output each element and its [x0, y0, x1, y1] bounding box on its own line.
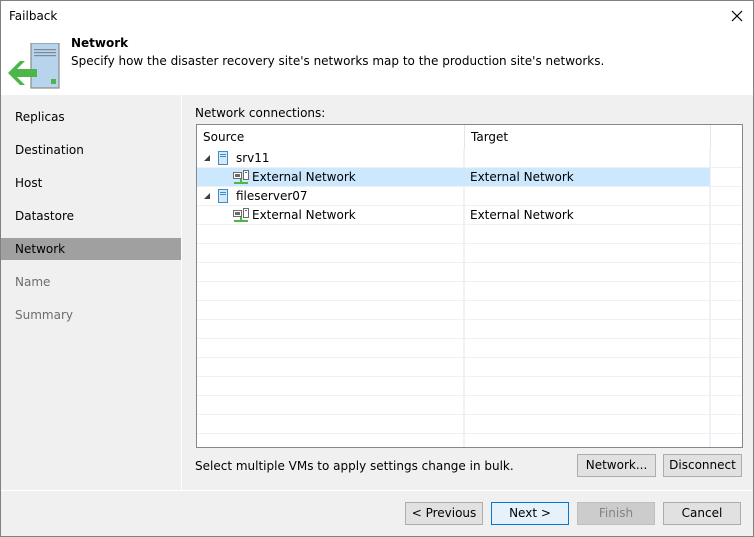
wizard-body: Replicas Destination Host Datastore Netw… — [1, 95, 753, 536]
sidebar-item-datastore[interactable]: Datastore — [1, 205, 181, 227]
title-bar: Failback — [1, 1, 753, 31]
column-header-target[interactable]: Target — [465, 125, 710, 149]
network-mapping-grid[interactable]: Source Target srv11 External Network Ext… — [196, 124, 743, 448]
wizard-header: Network Specify how the disaster recover… — [1, 31, 753, 95]
empty-row — [197, 358, 742, 377]
step-description: Specify how the disaster recovery site's… — [71, 54, 605, 68]
empty-row — [197, 282, 742, 301]
table-row-network[interactable]: External Network External Network — [197, 168, 742, 187]
vm-icon — [218, 189, 228, 203]
window-title: Failback — [9, 9, 58, 23]
table-row-vm[interactable]: srv11 — [197, 149, 742, 168]
network-step-content: Network connections: Source Target srv11 — [182, 95, 753, 490]
header-divider — [710, 125, 711, 149]
grid-header: Source Target — [197, 125, 742, 149]
empty-row — [197, 263, 742, 282]
close-button[interactable] — [723, 3, 751, 29]
source-cell: External Network — [233, 206, 356, 224]
network-icon — [233, 208, 249, 222]
failback-wizard-window: Failback Network Specify how the disaste… — [0, 0, 754, 537]
next-button[interactable]: Next > — [491, 502, 569, 525]
source-network-name: External Network — [252, 170, 356, 184]
vm-icon — [218, 151, 228, 165]
sidebar-item-destination[interactable]: Destination — [1, 139, 181, 161]
collapse-triangle-icon[interactable] — [204, 193, 210, 199]
vm-name: srv11 — [236, 151, 270, 165]
table-row-vm[interactable]: fileserver07 — [197, 187, 742, 206]
target-network-name: External Network — [470, 208, 574, 222]
finish-button: Finish — [577, 502, 655, 525]
table-row-network[interactable]: External Network External Network — [197, 206, 742, 225]
network-connections-label: Network connections: — [195, 106, 326, 120]
step-title: Network — [71, 36, 129, 50]
target-network-name: External Network — [470, 170, 574, 184]
empty-row — [197, 301, 742, 320]
wizard-steps-sidebar: Replicas Destination Host Datastore Netw… — [1, 95, 181, 490]
sidebar-item-name: Name — [15, 275, 51, 289]
empty-row — [197, 225, 742, 244]
empty-row — [197, 320, 742, 339]
source-cell: srv11 — [204, 149, 270, 167]
sidebar-item-host[interactable]: Host — [1, 172, 181, 194]
source-cell: fileserver07 — [204, 187, 308, 205]
empty-row — [197, 396, 742, 415]
empty-row — [197, 244, 742, 263]
footer-divider — [1, 490, 753, 491]
empty-row — [197, 339, 742, 358]
network-icon — [233, 170, 249, 184]
target-cell: External Network — [470, 168, 574, 186]
column-header-source[interactable]: Source — [197, 125, 464, 149]
sidebar-item-network[interactable]: Network — [1, 238, 181, 260]
empty-row — [197, 415, 742, 434]
collapse-triangle-icon[interactable] — [204, 155, 210, 161]
disconnect-button[interactable]: Disconnect — [663, 454, 742, 477]
bulk-hint-text: Select multiple VMs to apply settings ch… — [195, 459, 514, 473]
cancel-button[interactable]: Cancel — [663, 502, 741, 525]
sidebar-item-summary: Summary — [15, 308, 73, 322]
network-button[interactable]: Network... — [577, 454, 656, 477]
server-failback-arrow-icon — [8, 43, 60, 89]
target-cell: External Network — [470, 206, 574, 224]
empty-row — [197, 434, 742, 447]
vm-name: fileserver07 — [236, 189, 308, 203]
empty-row — [197, 377, 742, 396]
source-cell: External Network — [233, 168, 356, 186]
close-icon — [731, 10, 743, 22]
sidebar-item-replicas[interactable]: Replicas — [1, 106, 181, 128]
previous-button[interactable]: < Previous — [405, 502, 483, 525]
source-network-name: External Network — [252, 208, 356, 222]
